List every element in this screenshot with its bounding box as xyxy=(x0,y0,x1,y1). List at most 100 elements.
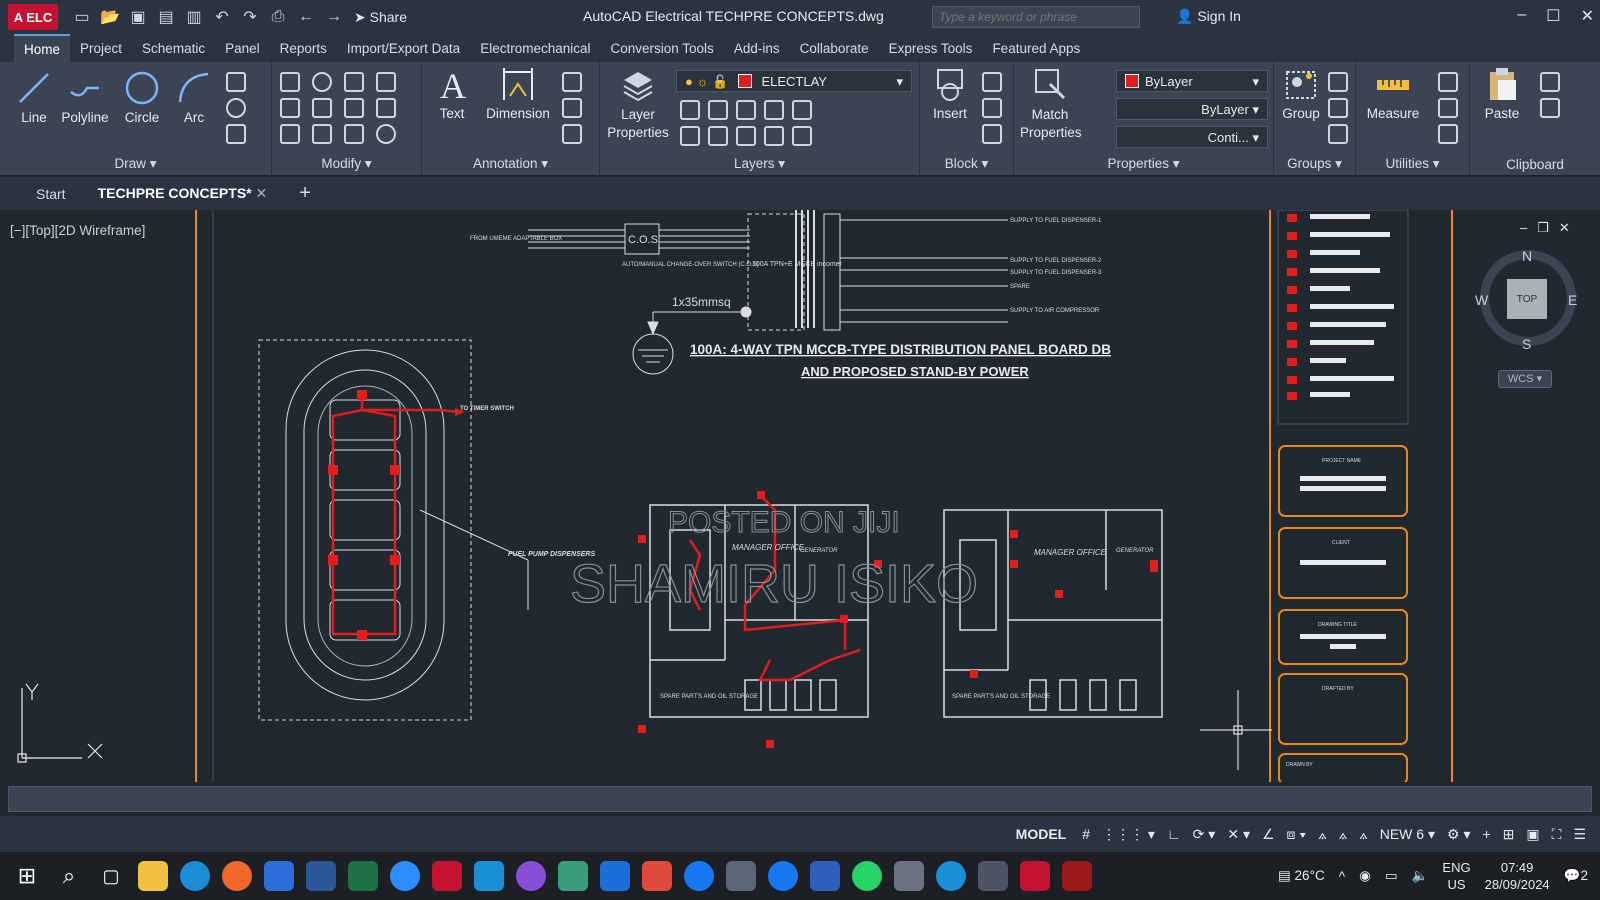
group-edit-icon[interactable] xyxy=(1328,98,1348,118)
rotate-icon[interactable] xyxy=(312,72,332,92)
ungroup-icon[interactable] xyxy=(1328,72,1348,92)
close-icon[interactable]: ✕ xyxy=(1581,6,1594,26)
task-view-icon[interactable]: ▢ xyxy=(96,861,126,891)
volume-icon[interactable]: 🔈 xyxy=(1412,868,1429,884)
share-button[interactable]: ➤ Share xyxy=(354,9,407,26)
whatsapp-icon[interactable] xyxy=(852,861,882,891)
rectangle-icon[interactable] xyxy=(226,72,246,92)
group-select-icon[interactable] xyxy=(1328,124,1348,144)
windows-start-icon[interactable]: ⊞ xyxy=(12,861,42,891)
layers-panel-title[interactable]: Layers ▾ xyxy=(600,156,919,172)
viewport-restore-icon[interactable]: ❐ xyxy=(1537,220,1549,236)
model-space-button[interactable]: MODEL xyxy=(1012,826,1071,842)
auto-scale-icon[interactable]: ⟑ xyxy=(1339,826,1348,843)
tab-collaborate[interactable]: Collaborate xyxy=(790,35,879,62)
isodraft-icon[interactable]: ∠ xyxy=(1262,826,1275,843)
tab-electromechanical[interactable]: Electromechanical xyxy=(470,35,600,62)
offset-icon[interactable] xyxy=(376,124,396,144)
snap-icon[interactable]: ⋮⋮⋮ ▾ xyxy=(1102,826,1155,843)
save-icon[interactable]: ▣ xyxy=(128,7,148,27)
plot-icon[interactable]: ⎙ xyxy=(268,8,288,26)
linear-dim-icon[interactable] xyxy=(562,72,582,92)
grid-icon[interactable]: # xyxy=(1082,826,1090,842)
undo-icon[interactable]: ↶ xyxy=(212,7,232,27)
circle-button[interactable]: Circle xyxy=(118,70,166,125)
scale-icon[interactable] xyxy=(312,124,332,144)
annotation-scale-dropdown[interactable]: NEW 6 ▾ xyxy=(1380,826,1435,843)
firefox-icon[interactable] xyxy=(222,861,252,891)
layer-tool-icon[interactable] xyxy=(708,100,728,120)
annotation-panel-title[interactable]: Annotation ▾ xyxy=(422,156,599,172)
imo-icon[interactable] xyxy=(600,861,630,891)
word-icon[interactable] xyxy=(306,861,336,891)
copilot-icon[interactable] xyxy=(516,861,546,891)
back-icon[interactable]: ← xyxy=(296,8,316,26)
layer-tool-icon[interactable] xyxy=(680,126,700,146)
tab-add-ins[interactable]: Add-ins xyxy=(724,35,790,62)
tab-reports[interactable]: Reports xyxy=(270,35,337,62)
isolate-icon[interactable]: ⊞ xyxy=(1503,826,1515,843)
ellipse-icon[interactable] xyxy=(226,98,246,118)
tab-panel[interactable]: Panel xyxy=(215,35,270,62)
lineweight-dropdown[interactable]: ByLayer ▾ xyxy=(1116,98,1268,120)
text-button[interactable]: A Text xyxy=(430,66,474,121)
clean-screen-icon[interactable]: ⛶ xyxy=(1552,826,1562,843)
viewcube[interactable]: TOP xyxy=(1480,250,1576,346)
tray-chevron-icon[interactable]: ^ xyxy=(1339,869,1345,884)
utilities-panel-title[interactable]: Utilities ▾ xyxy=(1356,156,1469,172)
draw-panel-title[interactable]: Draw ▾ xyxy=(0,156,271,172)
select-all-icon[interactable] xyxy=(1438,98,1458,118)
layer-tool-icon[interactable] xyxy=(708,126,728,146)
layer-properties-button[interactable]: Layer Properties xyxy=(606,66,670,142)
tab-featured-apps[interactable]: Featured Apps xyxy=(982,35,1090,62)
file-explorer-icon[interactable] xyxy=(138,861,168,891)
layer-dropdown[interactable]: ● ☼ 🔓 ELECTLAY ▾ xyxy=(676,70,912,92)
gear-icon[interactable]: ⚙ ▾ xyxy=(1447,826,1470,843)
tab-project[interactable]: Project xyxy=(70,35,132,62)
trim-icon[interactable] xyxy=(344,72,364,92)
dimension-button[interactable]: Dimension xyxy=(480,66,556,121)
tab-techpre-concepts[interactable]: TECHPRE CONCEPTS* ✕ xyxy=(82,185,284,202)
r-app-icon[interactable] xyxy=(810,861,840,891)
new-icon[interactable]: ▭ xyxy=(72,7,92,27)
explode-icon[interactable] xyxy=(376,98,396,118)
array-icon[interactable] xyxy=(344,124,364,144)
maximize-icon[interactable]: ☐ xyxy=(1546,6,1560,26)
arc-button[interactable]: Arc xyxy=(172,70,216,125)
facebook-icon[interactable] xyxy=(684,861,714,891)
minimize-icon[interactable]: – xyxy=(1517,6,1526,26)
annotation-scale-icon[interactable]: ⟑ xyxy=(1359,826,1368,843)
match-properties-button[interactable]: Match Properties xyxy=(1020,66,1082,142)
wcs-menu[interactable]: WCS ▾ xyxy=(1498,370,1552,388)
color-dropdown[interactable]: ByLayer ▾ xyxy=(1116,70,1268,92)
cut-icon[interactable] xyxy=(1540,72,1560,92)
viewcube-top-face[interactable]: TOP xyxy=(1507,279,1547,319)
modify-panel-title[interactable]: Modify ▾ xyxy=(272,156,421,172)
camera-icon[interactable] xyxy=(642,861,672,891)
layer-tool-icon[interactable] xyxy=(764,126,784,146)
hardware-accel-icon[interactable]: ▣ xyxy=(1526,826,1539,843)
notification-icon[interactable]: 💬2 xyxy=(1564,868,1588,884)
publish-icon[interactable]: ▥ xyxy=(184,7,204,27)
object-snap-tracking-icon[interactable]: ⧈ ▾ xyxy=(1287,826,1307,843)
plus-icon[interactable]: + xyxy=(1482,826,1490,842)
command-line[interactable] xyxy=(8,786,1592,812)
pdf-icon[interactable] xyxy=(432,861,462,891)
excel-icon[interactable] xyxy=(348,861,378,891)
drawing-canvas[interactable]: [−][Top][2D Wireframe] FROM UMEME ADAPTA… xyxy=(0,210,1600,782)
search-icon[interactable]: ⌕ xyxy=(54,861,84,891)
redo-icon[interactable]: ↷ xyxy=(240,7,260,27)
language-indicator[interactable]: ENG US xyxy=(1442,859,1470,893)
annotation-visibility-icon[interactable]: ⟑ xyxy=(1318,826,1327,843)
group-button[interactable]: Group xyxy=(1278,66,1324,121)
leader-icon[interactable] xyxy=(562,98,582,118)
block-panel-title[interactable]: Block ▾ xyxy=(920,156,1013,172)
linetype-dropdown[interactable]: Conti... ▾ xyxy=(1116,126,1268,148)
paste-button[interactable]: Paste xyxy=(1478,66,1526,121)
layer-tool-icon[interactable] xyxy=(764,100,784,120)
viewport-minimize-icon[interactable]: – xyxy=(1520,220,1527,236)
osnap-icon[interactable]: ✕ ▾ xyxy=(1227,826,1250,843)
customize-menu-icon[interactable]: ☰ xyxy=(1573,826,1586,843)
layer-tool-icon[interactable] xyxy=(792,100,812,120)
store-icon[interactable] xyxy=(264,861,294,891)
